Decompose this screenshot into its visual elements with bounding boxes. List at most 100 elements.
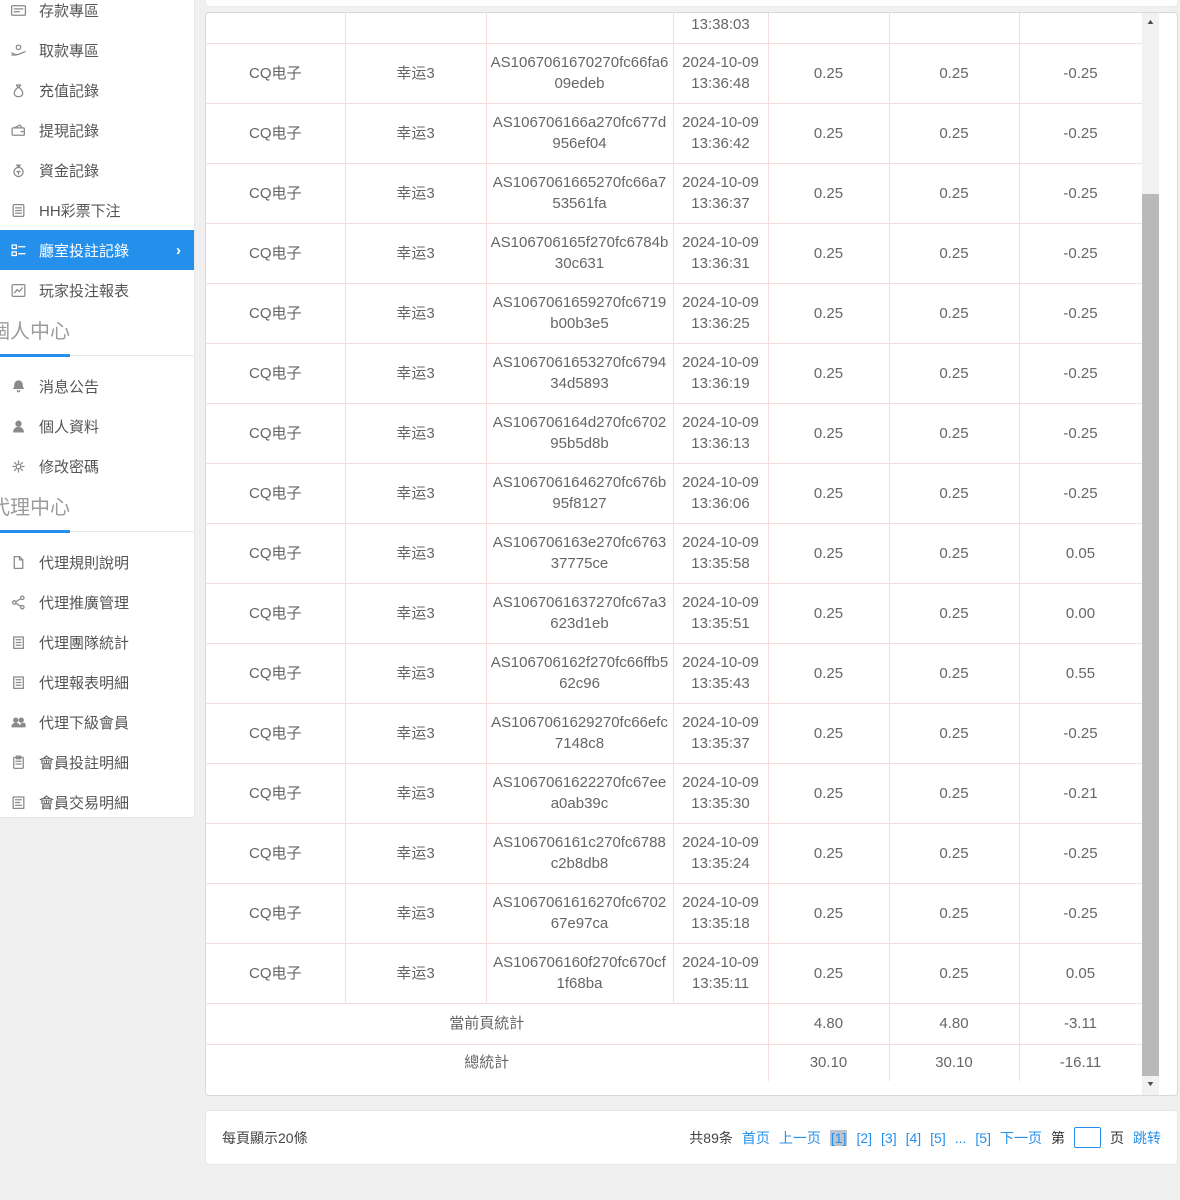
platform-cell: CQ电子 [206, 763, 345, 823]
sidebar-item-agent-members[interactable]: 代理下級會員 [0, 702, 194, 742]
profit-cell: -0.25 [1019, 43, 1142, 103]
vertical-scrollbar[interactable]: ▲ ▼ [1142, 13, 1159, 1095]
sidebar-item-agent-report[interactable]: 代理報表明細 [0, 662, 194, 702]
page-link[interactable]: [3] [881, 1130, 897, 1146]
bet-amount-cell: 0.25 [768, 43, 889, 103]
sidebar-item-funds-record[interactable]: 資金記錄 [0, 150, 194, 190]
game-cell: 幸运3 [345, 943, 486, 1003]
sidebar-item-label: 廳室投註記錄 [39, 240, 129, 261]
main-content: 13:38:03 CQ电子幸运3AS1067061670270fc66fa609… [205, 0, 1180, 1200]
first-page-link[interactable]: 首页 [742, 1128, 770, 1148]
bet-amount-cell: 0.25 [768, 343, 889, 403]
sidebar-item-recharge-record[interactable]: 充值記錄 [0, 70, 194, 110]
sidebar: 存款專區取款專區充值記錄提現記錄資金記錄HH彩票下注廳室投註記錄›玩家投注報表個… [0, 0, 195, 818]
table-row: CQ电子幸运3AS106706166a270fc677d956ef042024-… [206, 103, 1142, 163]
sidebar-item-agent-promo[interactable]: 代理推廣管理 [0, 582, 194, 622]
sidebar-item-label: 代理推廣管理 [39, 592, 129, 613]
page-link[interactable]: [5] [930, 1130, 946, 1146]
platform-cell: CQ电子 [206, 523, 345, 583]
platform-cell: CQ电子 [206, 883, 345, 943]
scrollbar-thumb[interactable] [1142, 194, 1159, 1076]
time-cell: 2024-10-09 13:35:18 [673, 883, 768, 943]
platform-cell: CQ电子 [206, 823, 345, 883]
game-cell: 幸运3 [345, 703, 486, 763]
scroll-up-button[interactable]: ▲ [1142, 15, 1159, 31]
sidebar-item-label: 代理規則說明 [39, 552, 129, 573]
valid-bet-cell: 0.25 [889, 883, 1019, 943]
agent-team-icon [8, 633, 28, 651]
bet-amount-cell: 0.25 [768, 643, 889, 703]
platform-cell: CQ电子 [206, 463, 345, 523]
section-header-label: 代理中心 [0, 486, 194, 522]
sidebar-item-withdraw-area[interactable]: 取款專區 [0, 30, 194, 70]
sidebar-item-withdraw-record[interactable]: 提現記錄 [0, 110, 194, 150]
sidebar-item-agent-team[interactable]: 代理團隊統計 [0, 622, 194, 662]
page-summary-bet: 4.80 [768, 1003, 889, 1044]
sidebar-item-deposit-area[interactable]: 存款專區 [0, 0, 194, 30]
table-row: CQ电子幸运3AS1067061659270fc6719b00b3e52024-… [206, 283, 1142, 343]
valid-bet-cell: 0.25 [889, 343, 1019, 403]
bet-amount-cell: 0.25 [768, 823, 889, 883]
game-cell: 幸运3 [345, 103, 486, 163]
platform-cell: CQ电子 [206, 583, 345, 643]
sidebar-item-lottery-bet[interactable]: HH彩票下注 [0, 190, 194, 230]
scroll-down-button[interactable]: ▼ [1142, 1077, 1159, 1093]
sidebar-item-label: 個人資料 [39, 416, 99, 437]
time-cell: 2024-10-09 13:36:31 [673, 223, 768, 283]
table-row: CQ电子幸运3AS1067061629270fc66efc7148c82024-… [206, 703, 1142, 763]
total-summary-label: 總統計 [206, 1044, 768, 1081]
room-bet-record-icon [8, 241, 28, 259]
bet-records-panel: 13:38:03 CQ电子幸运3AS1067061670270fc66fa609… [205, 12, 1178, 1096]
sidebar-item-label: 提現記錄 [39, 120, 99, 141]
table-row-partial: 13:38:03 [206, 13, 1142, 43]
page-ellipsis: ... [955, 1130, 967, 1146]
profit-cell: 0.00 [1019, 583, 1142, 643]
page-jump-input[interactable] [1074, 1127, 1101, 1148]
jump-prefix-label: 第 [1051, 1128, 1065, 1148]
password-icon [8, 457, 28, 475]
next-page-link[interactable]: 下一页 [1000, 1128, 1042, 1148]
sidebar-item-member-bet[interactable]: 會員投註明細 [0, 742, 194, 782]
jump-suffix-label: 页 [1110, 1128, 1124, 1148]
sidebar-item-password[interactable]: 修改密碼 [0, 446, 194, 486]
sidebar-item-label: 修改密碼 [39, 456, 99, 477]
page-link[interactable]: [2] [856, 1130, 872, 1146]
valid-bet-cell: 0.25 [889, 703, 1019, 763]
agent-report-icon [8, 673, 28, 691]
profit-cell: -0.25 [1019, 163, 1142, 223]
withdraw-record-icon [8, 121, 28, 139]
game-cell: 幸运3 [345, 883, 486, 943]
sidebar-item-member-trade[interactable]: 會員交易明細 [0, 782, 194, 818]
scroll-down-arrow-icon: ▼ [1139, 1077, 1163, 1093]
platform-cell: CQ电子 [206, 703, 345, 763]
sidebar-item-label: 代理報表明細 [39, 672, 129, 693]
platform-cell: CQ电子 [206, 283, 345, 343]
sidebar-item-label: 會員交易明細 [39, 792, 129, 813]
sidebar-item-agent-rules[interactable]: 代理規則說明 [0, 542, 194, 582]
valid-bet-cell: 0.25 [889, 163, 1019, 223]
table-row: CQ电子幸运3AS1067061616270fc670267e97ca2024-… [206, 883, 1142, 943]
page-link[interactable]: [4] [906, 1130, 922, 1146]
page-link-current[interactable]: [1] [830, 1130, 848, 1146]
table-row: CQ电子幸运3AS1067061646270fc676b95f81272024-… [206, 463, 1142, 523]
sidebar-item-room-bet-record[interactable]: 廳室投註記錄› [0, 230, 194, 270]
total-summary-valid: 30.10 [889, 1044, 1019, 1081]
sidebar-item-profile[interactable]: 個人資料 [0, 406, 194, 446]
sidebar-item-player-bet-report[interactable]: 玩家投注報表 [0, 270, 194, 310]
game-cell: 幸运3 [345, 343, 486, 403]
jump-button[interactable]: 跳转 [1133, 1128, 1161, 1148]
game-cell: 幸运3 [345, 583, 486, 643]
section-header: 個人中心 [0, 310, 194, 356]
sidebar-item-announcement[interactable]: 消息公告 [0, 366, 194, 406]
section-header: 代理中心 [0, 486, 194, 532]
bet-amount-cell: 0.25 [768, 103, 889, 163]
order-id-cell: AS106706160f270fc670cf1f68ba [486, 943, 673, 1003]
total-summary-row: 總統計 30.10 30.10 -16.11 [206, 1044, 1142, 1081]
page-link[interactable]: [5] [975, 1130, 991, 1146]
withdraw-area-icon [8, 41, 28, 59]
game-cell: 幸运3 [345, 403, 486, 463]
prev-page-link[interactable]: 上一页 [779, 1128, 821, 1148]
deposit-area-icon [8, 1, 28, 19]
valid-bet-cell: 0.25 [889, 283, 1019, 343]
table-row: CQ电子幸运3AS1067061665270fc66a753561fa2024-… [206, 163, 1142, 223]
